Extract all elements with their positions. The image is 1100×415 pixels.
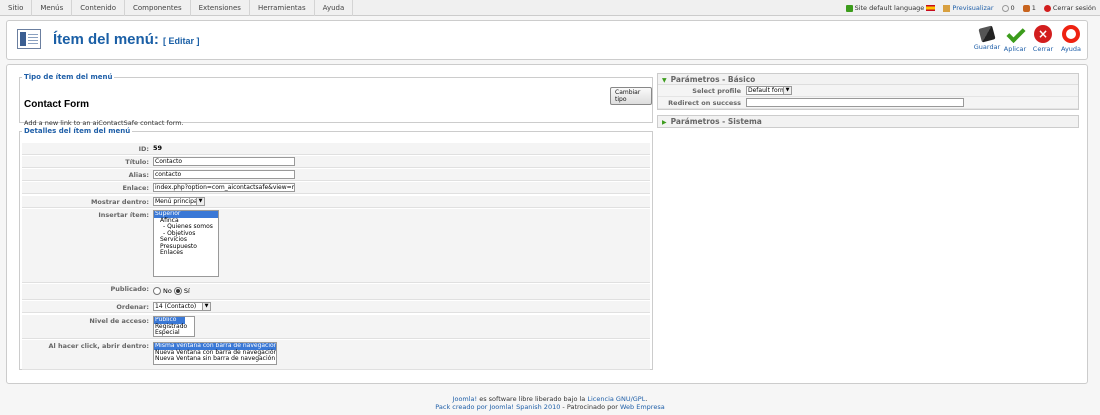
- menu-type-fieldset: Tipo de ítem del menú Contact Form Add a…: [19, 73, 653, 127]
- apply-button[interactable]: Aplicar: [1001, 25, 1029, 53]
- menu-type-legend: Tipo de ítem del menú: [24, 73, 113, 81]
- params-basic-panel: ▼ Parámetros - Básico Select profile Defau…: [657, 73, 1079, 110]
- logout-link[interactable]: Cerrar sesión: [1043, 4, 1096, 12]
- title-input[interactable]: Contacto: [153, 157, 295, 166]
- triangle-down-icon: ▼: [662, 77, 667, 84]
- access-listbox[interactable]: Público Registrado Especial: [153, 316, 195, 337]
- params-system-header[interactable]: ▶ Parámetros - Sistema: [658, 116, 1078, 127]
- joomla-link[interactable]: Joomla!: [453, 395, 478, 403]
- triangle-right-icon: ▶: [662, 119, 667, 126]
- chevron-down-icon: ▼: [783, 87, 791, 94]
- details-legend: Detalles del ítem del menú: [24, 127, 131, 135]
- id-value: 59: [153, 144, 163, 152]
- language-status: Site default language: [845, 4, 936, 12]
- published-row: Publicado: No Sí: [22, 284, 650, 300]
- top-menu-bar: Sitio Menús Contenido Componentes Extens…: [0, 0, 1100, 16]
- save-button[interactable]: Guardar: [973, 25, 1001, 53]
- status-area: Site default language Previsualizar 0 1 …: [845, 0, 1096, 16]
- published-yes-radio[interactable]: [173, 287, 182, 295]
- parent-listbox[interactable]: Superior Afinca - Quienes somos - Objeti…: [153, 210, 219, 277]
- profile-row: Select profile Default form ▼: [658, 85, 1078, 97]
- check-icon: [1006, 25, 1024, 43]
- parent-row: Insertar ítem: Superior Afinca - Quienes…: [22, 209, 650, 283]
- sponsor-link[interactable]: Web Empresa: [620, 403, 665, 411]
- close-icon: ×: [1034, 25, 1052, 43]
- id-row: ID: 59: [22, 143, 650, 155]
- main-content: Tipo de ítem del menú Contact Form Add a…: [6, 64, 1088, 384]
- page-header: Ítem del menú: [ Editar ] Guardar Aplica…: [6, 20, 1088, 60]
- menu-item-sitio[interactable]: Sitio: [0, 0, 33, 16]
- help-button[interactable]: Ayuda: [1057, 25, 1085, 53]
- pencil-icon: [845, 4, 853, 12]
- show-in-row: Mostrar dentro: Menú principal ▼: [22, 196, 650, 208]
- list-item[interactable]: Nueva Ventana sin barra de navegación: [154, 355, 276, 363]
- alias-input[interactable]: contacto: [153, 170, 295, 179]
- menu-type-title: Contact Form: [24, 99, 89, 110]
- onclick-row: Al hacer click, abrir dentro: Misma vent…: [22, 340, 650, 370]
- published-no-radio[interactable]: [153, 287, 161, 295]
- title-row: Título: Contacto: [22, 156, 650, 168]
- lifebuoy-icon: [1062, 25, 1080, 43]
- order-select[interactable]: 14 (Contacto) ▼: [153, 302, 211, 311]
- toolbar: Guardar Aplicar × Cerrar Ayuda: [973, 25, 1085, 53]
- order-row: Ordenar: 14 (Contacto) ▼: [22, 301, 650, 313]
- messages-status[interactable]: 0: [1001, 4, 1015, 12]
- access-row: Nivel de acceso: Público Registrado Espe…: [22, 315, 650, 339]
- menu-item-menus[interactable]: Menús: [32, 0, 73, 16]
- list-item[interactable]: Enlaces: [154, 249, 218, 257]
- alias-row: Alias: contacto: [22, 169, 650, 181]
- show-in-select[interactable]: Menú principal ▼: [153, 197, 205, 206]
- footer: Joomla! es software libre liberado bajo …: [435, 395, 665, 411]
- menu-item-extensiones[interactable]: Extensiones: [191, 0, 250, 16]
- license-link[interactable]: Licencia GNU/GPL: [587, 395, 645, 403]
- users-status[interactable]: 1: [1022, 4, 1036, 12]
- preview-icon: [943, 4, 951, 12]
- pack-link[interactable]: Pack creado por Joomla! Spanish 2010: [435, 403, 560, 411]
- menu-item-icon: [17, 29, 41, 49]
- page-title: Ítem del menú: [ Editar ]: [53, 31, 200, 48]
- chevron-down-icon: ▼: [196, 198, 204, 205]
- link-row: Enlace: index.php?option=com_aicontactsaf…: [22, 182, 650, 194]
- logout-icon: [1043, 4, 1051, 12]
- menu-item-herramientas[interactable]: Herramientas: [250, 0, 315, 16]
- redirect-row: Redirect on success: [658, 97, 1078, 109]
- chevron-down-icon: ▼: [202, 303, 210, 310]
- spain-flag-icon: [926, 5, 936, 11]
- change-type-button[interactable]: Cambiar tipo: [610, 87, 652, 105]
- menu-item-componentes[interactable]: Componentes: [125, 0, 191, 16]
- menu-item-ayuda[interactable]: Ayuda: [315, 0, 354, 16]
- messages-icon: [1001, 4, 1009, 12]
- users-icon: [1022, 4, 1030, 12]
- params-basic-header[interactable]: ▼ Parámetros - Básico: [658, 74, 1078, 85]
- menu-item-contenido[interactable]: Contenido: [72, 0, 126, 16]
- onclick-listbox[interactable]: Misma ventana con barra de navegación Nu…: [153, 342, 277, 365]
- details-fieldset: Detalles del ítem del menú ID: 59 Título:…: [19, 127, 653, 370]
- list-item[interactable]: Especial: [154, 329, 194, 336]
- close-button[interactable]: × Cerrar: [1029, 25, 1057, 53]
- preview-link[interactable]: Previsualizar: [943, 4, 994, 12]
- page-subtitle: [ Editar ]: [163, 36, 200, 46]
- save-icon: [978, 25, 996, 43]
- profile-select[interactable]: Default form ▼: [746, 86, 792, 95]
- redirect-input[interactable]: [746, 98, 964, 107]
- params-system-panel: ▶ Parámetros - Sistema: [657, 115, 1079, 128]
- menu-type-description: Add a new link to an aiContactSafe conta…: [24, 119, 184, 127]
- link-input[interactable]: index.php?option=com_aicontactsafe&view=…: [153, 183, 295, 192]
